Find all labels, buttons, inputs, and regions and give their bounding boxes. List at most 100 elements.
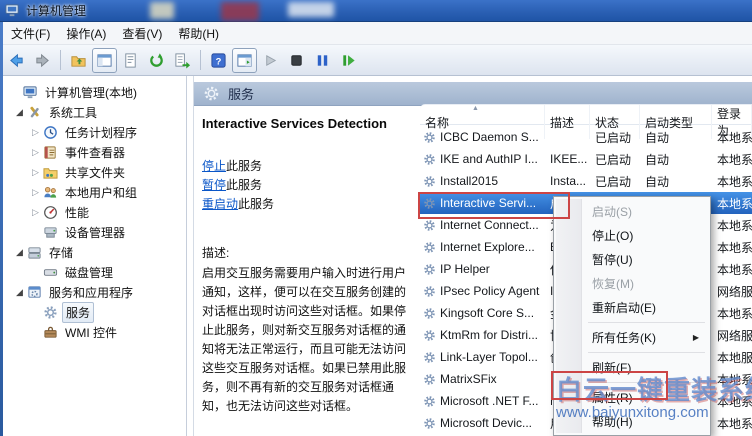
- service-action-link[interactable]: 重启动: [202, 197, 238, 211]
- help-button[interactable]: ?: [206, 48, 231, 73]
- context-menu-item[interactable]: 刷新(F): [556, 355, 708, 379]
- tree-expander-collapsed-icon[interactable]: ▷: [29, 127, 42, 138]
- context-menu-item[interactable]: 恢复(M): [556, 271, 708, 295]
- services-gear-icon: [203, 85, 220, 102]
- tree-expander-collapsed-icon[interactable]: ▷: [29, 167, 42, 178]
- tree-expander-collapsed-icon[interactable]: ▷: [29, 147, 42, 158]
- pane-divider[interactable]: [193, 76, 194, 436]
- service-startup-cell: 自动: [645, 174, 670, 189]
- toolbar: ?: [0, 45, 752, 76]
- context-menu-item[interactable]: 停止(O): [556, 223, 708, 247]
- tree-item[interactable]: ▷ 共享文件夹: [3, 162, 186, 182]
- computer-icon: [23, 85, 38, 100]
- stop-service-button[interactable]: [284, 48, 309, 73]
- service-logon-cell: 本地系: [717, 152, 752, 167]
- up-folder-icon: [70, 52, 87, 69]
- submenu-arrow-icon: ▶: [692, 333, 699, 342]
- sort-ascending-icon: ▲: [472, 105, 479, 112]
- back-button[interactable]: [4, 48, 29, 73]
- service-row[interactable]: IKE and AuthIP I... IKEE... 已启动 自动 本地系: [420, 148, 752, 170]
- service-action-suffix: 此服务: [226, 178, 263, 192]
- export-list-button[interactable]: [170, 48, 195, 73]
- service-name: IKE and AuthIP I...: [440, 152, 538, 166]
- restart-service-button[interactable]: [336, 48, 361, 73]
- tree-expander-collapsed-icon[interactable]: ▷: [29, 207, 42, 218]
- context-menu-item[interactable]: 所有任务(K) ▶: [556, 325, 708, 349]
- tree-item-label: 共享文件夹: [65, 165, 126, 180]
- tree-item[interactable]: ▷ 任务计划程序: [3, 122, 186, 142]
- service-logon-cell: 网络服: [717, 284, 752, 299]
- service-gear-icon: [423, 395, 436, 408]
- tree-item[interactable]: ◢ 存储: [3, 242, 186, 262]
- service-action-link[interactable]: 暂停: [202, 178, 226, 192]
- tree-item-label: 性能: [65, 205, 90, 220]
- tree-expander-expanded-icon[interactable]: ◢: [13, 287, 26, 298]
- aero-glass-reflection: [221, 2, 259, 21]
- service-logon-cell: 本地系: [717, 372, 752, 387]
- tree-item-label: 任务计划程序: [65, 125, 138, 140]
- pause-service-button[interactable]: [310, 48, 335, 73]
- context-menu-item[interactable]: 属性(R): [556, 385, 708, 409]
- context-menu-item[interactable]: 暂停(U): [556, 247, 708, 271]
- tree-item[interactable]: 服务: [3, 301, 186, 323]
- tree-item[interactable]: ◢ 系统工具: [3, 102, 186, 122]
- service-action-link-row: 重启动此服务: [202, 195, 414, 214]
- service-status-cell: 已启动: [595, 130, 632, 145]
- tree-item[interactable]: ▷ 事件查看器: [3, 142, 186, 162]
- context-menu-item[interactable]: 帮助(H): [556, 409, 708, 433]
- service-logon-cell: 本地服: [717, 350, 752, 365]
- properties-button[interactable]: [118, 48, 143, 73]
- tree-expander-expanded-icon[interactable]: ◢: [13, 107, 26, 118]
- system-tools-icon: [27, 105, 42, 120]
- context-menu-item[interactable]: 重新启动(E): [556, 295, 708, 319]
- service-action-link-row: 暂停此服务: [202, 176, 414, 195]
- menu-item[interactable]: 查看(V): [114, 22, 170, 45]
- tree-item[interactable]: 磁盘管理: [3, 262, 186, 282]
- service-name: Install2015: [440, 174, 499, 188]
- action-pane-icon: [236, 52, 253, 69]
- tree-item[interactable]: ▷ 本地用户和组: [3, 182, 186, 202]
- local-users-icon: [43, 185, 58, 200]
- selected-service-name: Interactive Services Detection: [202, 116, 387, 131]
- device-manager-icon: [43, 225, 58, 240]
- svg-text:?: ?: [216, 56, 222, 67]
- service-row[interactable]: Install2015 Insta... 已启动 自动 本地系: [420, 170, 752, 192]
- menu-item[interactable]: 操作(A): [58, 22, 114, 45]
- menu-item[interactable]: 文件(F): [3, 22, 58, 45]
- action-pane-button[interactable]: [232, 47, 257, 73]
- service-name: Link-Layer Topol...: [440, 350, 538, 364]
- help-icon: ?: [210, 52, 227, 69]
- menu-item[interactable]: 帮助(H): [170, 22, 227, 45]
- services-icon: [43, 305, 58, 320]
- tree-item-label: 设备管理器: [65, 225, 126, 240]
- toolbar-separator: [200, 50, 201, 70]
- disk-management-icon: [43, 265, 58, 280]
- service-logon-cell: 本地系: [717, 416, 752, 431]
- pause-service-icon: [314, 52, 331, 69]
- console-tree-button[interactable]: [92, 47, 117, 73]
- forward-icon: [34, 52, 51, 69]
- service-row[interactable]: ICBC Daemon S... 已启动 自动 本地系: [420, 126, 752, 148]
- tree-item[interactable]: 计算机管理(本地): [3, 82, 186, 102]
- up-folder-button[interactable]: [66, 48, 91, 73]
- service-logon-cell: 网络服: [717, 328, 752, 343]
- context-menu-item[interactable]: 启动(S): [556, 199, 708, 223]
- toolbar-separator: [60, 50, 61, 70]
- tree-item[interactable]: ▷ 性能: [3, 202, 186, 222]
- tree-item[interactable]: ◢ 服务和应用程序: [3, 282, 186, 302]
- window-left-border: [0, 22, 3, 436]
- tree-item[interactable]: 设备管理器: [3, 222, 186, 242]
- tree-expander-expanded-icon[interactable]: ◢: [13, 247, 26, 258]
- start-service-button[interactable]: [258, 48, 283, 73]
- service-action-link[interactable]: 停止: [202, 159, 226, 173]
- tree-item[interactable]: WMI 控件: [3, 322, 186, 342]
- service-logon-cell: 本地系: [717, 174, 752, 189]
- service-gear-icon: [423, 329, 436, 342]
- forward-button[interactable]: [30, 48, 55, 73]
- service-gear-icon: [423, 285, 436, 298]
- title-bar[interactable]: 计算机管理: [0, 0, 752, 22]
- refresh-button[interactable]: [144, 48, 169, 73]
- tree-item-label: 存储: [49, 245, 74, 260]
- tree-item-label: WMI 控件: [65, 325, 117, 340]
- tree-expander-collapsed-icon[interactable]: ▷: [29, 187, 42, 198]
